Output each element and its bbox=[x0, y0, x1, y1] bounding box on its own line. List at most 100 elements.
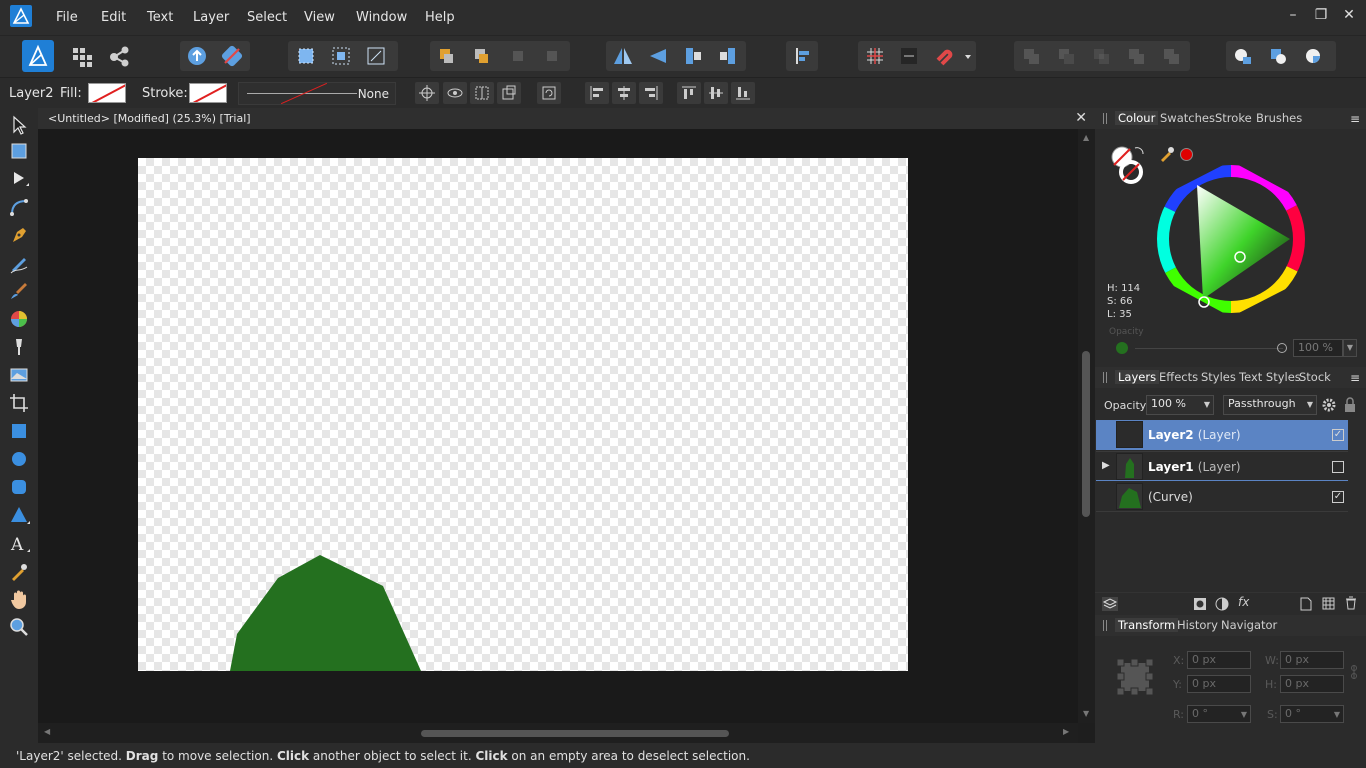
menu-help[interactable]: Help bbox=[425, 10, 455, 25]
align-middle-icon[interactable] bbox=[704, 82, 728, 104]
transform-objects-icon[interactable] bbox=[362, 42, 390, 70]
tab-stock[interactable]: Stock bbox=[1299, 370, 1331, 384]
layer-settings-gear-icon[interactable] bbox=[1321, 397, 1337, 413]
designer-persona-icon[interactable] bbox=[22, 40, 54, 72]
xor-icon[interactable] bbox=[1122, 42, 1150, 70]
x-field[interactable]: 0 px bbox=[1187, 651, 1251, 669]
pixel-persona-icon[interactable] bbox=[68, 42, 96, 70]
scroll-right-icon[interactable]: ▶ bbox=[1063, 727, 1069, 736]
align-top-icon[interactable] bbox=[677, 82, 701, 104]
adjustment-icon[interactable] bbox=[1215, 597, 1229, 611]
move-back-icon[interactable] bbox=[432, 42, 460, 70]
horizontal-scroll-thumb[interactable] bbox=[421, 730, 729, 737]
shear-field[interactable]: 0 ° ▼ bbox=[1280, 705, 1344, 723]
upload-icon[interactable] bbox=[183, 42, 211, 70]
panel-grip-icon[interactable] bbox=[1103, 113, 1107, 124]
layer-visibility-checkbox[interactable]: ✓ bbox=[1332, 429, 1344, 441]
panel-menu-icon[interactable]: ≡ bbox=[1350, 371, 1360, 385]
expand-arrow-icon[interactable]: ▶ bbox=[1102, 460, 1110, 471]
panel-menu-icon[interactable]: ≡ bbox=[1350, 112, 1360, 126]
insert-behind-icon[interactable] bbox=[1229, 42, 1257, 70]
subtract-icon[interactable] bbox=[1052, 42, 1080, 70]
align-center-icon[interactable] bbox=[612, 82, 636, 104]
lock-icon[interactable] bbox=[1343, 397, 1357, 413]
transparency-tool-icon[interactable] bbox=[8, 336, 30, 358]
corner-tool-icon[interactable] bbox=[8, 196, 30, 218]
link-proportions-icon[interactable] bbox=[1350, 664, 1358, 680]
align-left-icon[interactable] bbox=[585, 82, 609, 104]
anchor-selector-icon[interactable] bbox=[1117, 659, 1153, 695]
layer-visibility-checkbox[interactable] bbox=[1332, 461, 1344, 473]
w-field[interactable]: 0 px bbox=[1280, 651, 1344, 669]
close-window-icon[interactable]: ✕ bbox=[1342, 8, 1356, 22]
green-curve-shape[interactable] bbox=[138, 158, 908, 671]
vector-brush-tool-icon[interactable] bbox=[8, 280, 30, 302]
sync-icon[interactable] bbox=[218, 42, 246, 70]
ellipse-tool-icon[interactable] bbox=[8, 448, 30, 470]
pen-tool-icon[interactable] bbox=[8, 224, 30, 246]
export-persona-icon[interactable] bbox=[105, 42, 133, 70]
tab-stroke[interactable]: Stroke bbox=[1215, 111, 1252, 125]
layer-opacity-field[interactable]: 100 % ▼ bbox=[1146, 395, 1214, 415]
tab-transform[interactable]: Transform bbox=[1115, 618, 1179, 632]
layers-stack-icon[interactable] bbox=[1101, 596, 1119, 612]
menu-text[interactable]: Text bbox=[147, 10, 173, 25]
vertical-scrollbar[interactable]: ▲ ▼ bbox=[1078, 129, 1095, 723]
document-tab[interactable]: <Untitled> [Modified] (25.3%) [Trial] ✕ bbox=[38, 108, 1095, 129]
minimize-icon[interactable]: – bbox=[1286, 8, 1300, 22]
layer-row-layer1[interactable]: ▶ Layer1 (Layer) bbox=[1096, 451, 1348, 481]
tab-history[interactable]: History bbox=[1177, 618, 1218, 632]
fx-icon[interactable]: fx bbox=[1238, 595, 1249, 609]
fill-tool-icon[interactable] bbox=[8, 308, 30, 330]
artboard[interactable] bbox=[138, 158, 908, 671]
zoom-tool-icon[interactable] bbox=[8, 616, 30, 638]
align-right-icon[interactable] bbox=[639, 82, 663, 104]
canvas-area[interactable] bbox=[38, 129, 1095, 723]
opacity-dropdown-icon[interactable]: ▼ bbox=[1343, 339, 1357, 357]
menu-layer[interactable]: Layer bbox=[193, 10, 229, 25]
to-front-icon[interactable] bbox=[504, 42, 532, 70]
align-bottom-icon[interactable] bbox=[731, 82, 755, 104]
place-image-tool-icon[interactable] bbox=[8, 364, 30, 386]
picked-color-swatch[interactable] bbox=[1180, 148, 1193, 161]
flip-horizontal-icon[interactable] bbox=[609, 42, 637, 70]
h-field[interactable]: 0 px bbox=[1280, 675, 1344, 693]
rotate-icon[interactable] bbox=[537, 82, 561, 104]
menu-window[interactable]: Window bbox=[356, 10, 407, 25]
add-layer-icon[interactable] bbox=[1300, 597, 1312, 611]
restore-icon[interactable]: ❐ bbox=[1314, 8, 1328, 22]
scroll-down-icon[interactable]: ▼ bbox=[1083, 709, 1089, 718]
grid-icon[interactable] bbox=[861, 42, 889, 70]
rectangle-tool-icon[interactable] bbox=[8, 420, 30, 442]
rotate-left-icon[interactable] bbox=[679, 42, 707, 70]
isolate-icon[interactable] bbox=[292, 42, 320, 70]
delete-layer-icon[interactable] bbox=[1345, 596, 1357, 610]
rotate-right-icon[interactable] bbox=[714, 42, 742, 70]
pencil-tool-icon[interactable] bbox=[8, 252, 30, 274]
opacity-field[interactable]: 100 % bbox=[1293, 339, 1343, 357]
select-inside-icon[interactable] bbox=[327, 42, 355, 70]
layer-row-layer2[interactable]: Layer2 (Layer) ✓ bbox=[1096, 420, 1348, 450]
colour-wheel[interactable] bbox=[1155, 163, 1307, 315]
transform-origin-icon[interactable] bbox=[415, 82, 439, 104]
rounded-rectangle-tool-icon[interactable] bbox=[8, 476, 30, 498]
reset-selection-box-icon[interactable] bbox=[497, 82, 521, 104]
opacity-slider[interactable] bbox=[1135, 348, 1283, 349]
color-picker-tool-icon[interactable] bbox=[8, 560, 30, 582]
fill-swatch[interactable] bbox=[88, 83, 126, 103]
insert-inside-icon[interactable] bbox=[1299, 42, 1327, 70]
y-field[interactable]: 0 px bbox=[1187, 675, 1251, 693]
add-icon[interactable] bbox=[1017, 42, 1045, 70]
layer-visibility-checkbox[interactable]: ✓ bbox=[1332, 491, 1344, 503]
tab-swatches[interactable]: Swatches bbox=[1160, 111, 1215, 125]
panel-grip-icon[interactable] bbox=[1103, 372, 1107, 383]
insert-top-icon[interactable] bbox=[1264, 42, 1292, 70]
blend-mode-select[interactable]: Passthrough ▼ bbox=[1223, 395, 1317, 415]
snapping-dropdown-icon[interactable] bbox=[962, 42, 974, 70]
move-forward-icon[interactable] bbox=[467, 42, 495, 70]
tab-brushes[interactable]: Brushes bbox=[1256, 111, 1302, 125]
align-icon[interactable] bbox=[788, 42, 816, 70]
eyedropper-icon[interactable] bbox=[1159, 146, 1175, 162]
tab-effects[interactable]: Effects bbox=[1159, 370, 1198, 384]
close-document-icon[interactable]: ✕ bbox=[1075, 110, 1087, 126]
